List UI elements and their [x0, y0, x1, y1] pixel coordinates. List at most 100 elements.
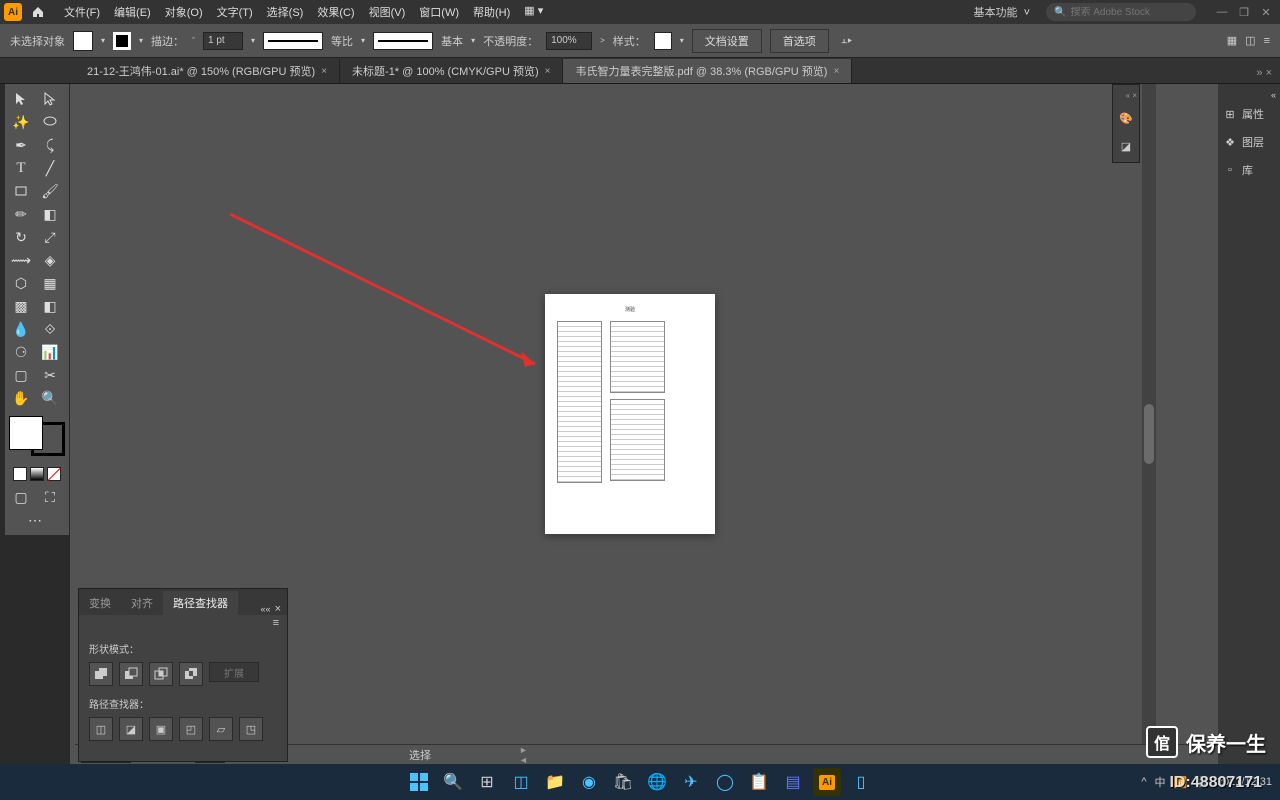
- outline-button[interactable]: ▱: [209, 717, 233, 741]
- artboard-tool[interactable]: ▢: [7, 364, 35, 386]
- pen-tool[interactable]: ✒: [7, 134, 35, 156]
- free-transform-tool[interactable]: ◈: [36, 249, 64, 271]
- restore-button[interactable]: ❐: [1234, 4, 1254, 20]
- trim-button[interactable]: ◪: [119, 717, 143, 741]
- screen-mode-normal[interactable]: ▢: [7, 486, 35, 508]
- edge-icon[interactable]: ◉: [575, 768, 603, 796]
- tray-expand-icon[interactable]: ^: [1141, 776, 1146, 788]
- stroke-swatch[interactable]: [113, 32, 131, 50]
- color-panel-icon[interactable]: 🎨: [1116, 108, 1136, 128]
- search-box[interactable]: 🔍: [1046, 3, 1196, 21]
- close-button[interactable]: ✕: [1256, 4, 1276, 20]
- chrome-icon[interactable]: 🌐: [643, 768, 671, 796]
- start-button[interactable]: [405, 768, 433, 796]
- shape-builder-tool[interactable]: ⬡: [7, 272, 35, 294]
- curvature-tool[interactable]: ⤹: [36, 134, 64, 156]
- document-setup-button[interactable]: 文档设置: [692, 29, 762, 53]
- transform-icon[interactable]: ◫: [1245, 34, 1255, 47]
- type-tool[interactable]: T: [7, 157, 35, 179]
- panel-collapse-icon[interactable]: « ×: [1126, 91, 1137, 100]
- menu-file[interactable]: 文件(F): [58, 2, 106, 22]
- scale-tool[interactable]: ⤢: [36, 226, 64, 248]
- close-icon[interactable]: ×: [545, 66, 551, 77]
- mesh-tool[interactable]: ▩: [7, 295, 35, 317]
- explorer-icon[interactable]: 📁: [541, 768, 569, 796]
- menu-object[interactable]: 对象(O): [159, 2, 209, 22]
- panel-menu-icon[interactable]: ≡: [273, 617, 279, 629]
- intersect-button[interactable]: [149, 662, 173, 686]
- menu-help[interactable]: 帮助(H): [467, 2, 516, 22]
- menu-edit[interactable]: 编辑(E): [108, 2, 157, 22]
- screen-mode-full[interactable]: ⛶: [36, 486, 64, 508]
- doc-tab-2[interactable]: 未标题-1* @ 100% (CMYK/GPU 预览)×: [340, 59, 563, 83]
- style-dropdown-icon[interactable]: ▾: [680, 36, 684, 45]
- brush-dropdown-icon[interactable]: ▾: [471, 36, 475, 45]
- stroke-dropdown-icon[interactable]: ▾: [139, 36, 143, 45]
- transform-tab[interactable]: 变换: [79, 591, 121, 615]
- app-icon-1[interactable]: ✈: [677, 768, 705, 796]
- opacity-dropdown-icon[interactable]: >: [600, 36, 605, 45]
- search-input[interactable]: [1070, 7, 1188, 18]
- brush-definition[interactable]: [373, 32, 433, 50]
- gradient-mode-icon[interactable]: [30, 467, 44, 481]
- minimize-button[interactable]: —: [1212, 4, 1232, 20]
- scroll-thumb[interactable]: [1144, 404, 1154, 464]
- widgets-icon[interactable]: ◫: [507, 768, 535, 796]
- stroke-profile[interactable]: [263, 32, 323, 50]
- rotate-tool[interactable]: ↻: [7, 226, 35, 248]
- magic-wand-tool[interactable]: ✨: [7, 111, 35, 133]
- edit-toolbar-icon[interactable]: ⋯: [7, 509, 63, 531]
- divide-button[interactable]: ◫: [89, 717, 113, 741]
- style-swatch[interactable]: [654, 32, 672, 50]
- close-icon[interactable]: ×: [321, 66, 327, 77]
- fill-dropdown-icon[interactable]: ▾: [101, 36, 105, 45]
- width-tool[interactable]: ⟿: [7, 249, 35, 271]
- fill-stroke-picker[interactable]: [9, 416, 65, 456]
- layers-panel-button[interactable]: ❖图层: [1218, 128, 1280, 156]
- menu-window[interactable]: 窗口(W): [413, 2, 465, 22]
- profile-dropdown-icon[interactable]: ▾: [361, 36, 365, 45]
- search-taskbar-icon[interactable]: 🔍: [439, 768, 467, 796]
- direct-selection-tool[interactable]: [36, 88, 64, 110]
- stroke-weight-input[interactable]: [203, 32, 243, 50]
- ime-indicator[interactable]: 中: [1155, 774, 1166, 790]
- exclude-button[interactable]: [179, 662, 203, 686]
- color-mode-icon[interactable]: [13, 467, 27, 481]
- symbol-sprayer-tool[interactable]: ⚆: [7, 341, 35, 363]
- fill-swatch[interactable]: [73, 31, 93, 51]
- shaper-tool[interactable]: ✏: [7, 203, 35, 225]
- align-tab[interactable]: 对齐: [121, 591, 163, 615]
- crop-button[interactable]: ◰: [179, 717, 203, 741]
- stroke-weight-dropdown[interactable]: ▾: [251, 36, 255, 45]
- align-icon[interactable]: ⫠▸: [841, 34, 853, 47]
- arrange-docs-icon[interactable]: ▦ ▾: [518, 2, 549, 22]
- vertical-scrollbar[interactable]: [1142, 84, 1156, 764]
- close-icon[interactable]: ×: [833, 66, 839, 77]
- paintbrush-tool[interactable]: 🖌: [36, 180, 64, 202]
- minus-back-button[interactable]: ◳: [239, 717, 263, 741]
- tab-overflow-icon[interactable]: » ×: [1248, 63, 1280, 83]
- stroke-decrement[interactable]: ˆ: [192, 36, 195, 46]
- menu-view[interactable]: 视图(V): [363, 2, 412, 22]
- none-mode-icon[interactable]: [47, 467, 61, 481]
- graph-tool[interactable]: 📊: [36, 341, 64, 363]
- app-icon-4[interactable]: ▤: [779, 768, 807, 796]
- preferences-button[interactable]: 首选项: [770, 29, 829, 53]
- dock-collapse-icon[interactable]: «: [1267, 90, 1280, 100]
- slice-tool[interactable]: ✂: [36, 364, 64, 386]
- menu-type[interactable]: 文字(T): [211, 2, 259, 22]
- doc-tab-1[interactable]: 21-12-王鸿伟-01.ai* @ 150% (RGB/GPU 预览)×: [75, 59, 340, 83]
- illustrator-taskbar-icon[interactable]: Ai: [813, 768, 841, 796]
- eraser-tool[interactable]: ◧: [36, 203, 64, 225]
- expand-button[interactable]: 扩展: [209, 662, 259, 682]
- lasso-tool[interactable]: [36, 111, 64, 133]
- xy-icon[interactable]: ▦: [1227, 34, 1237, 47]
- status-play-icon[interactable]: ► ◄: [519, 748, 533, 762]
- pf-close-icon[interactable]: ×: [275, 603, 281, 615]
- doc-tab-3[interactable]: 韦氏智力量表完整版.pdf @ 38.3% (RGB/GPU 预览)×: [563, 59, 852, 83]
- opacity-input[interactable]: [546, 32, 592, 50]
- minus-front-button[interactable]: [119, 662, 143, 686]
- zoom-tool[interactable]: 🔍: [36, 387, 64, 409]
- swatches-panel-icon[interactable]: ◪: [1116, 136, 1136, 156]
- pathfinder-tab[interactable]: 路径查找器: [163, 591, 238, 615]
